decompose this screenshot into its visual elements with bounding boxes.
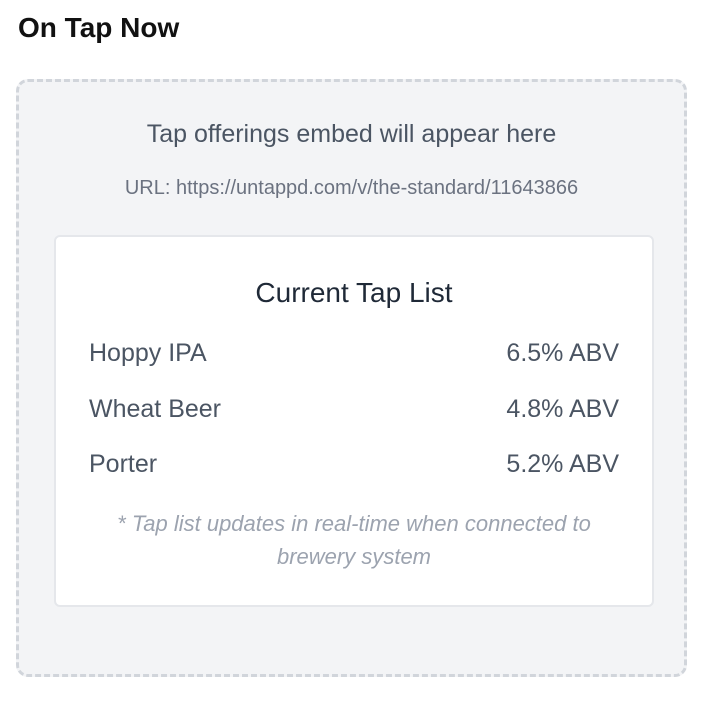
embed-placeholder: Tap offerings embed will appear here URL… bbox=[16, 79, 687, 677]
beer-name: Porter bbox=[89, 450, 158, 478]
tap-list-note: * Tap list updates in real-time when con… bbox=[117, 511, 591, 569]
beer-abv: 5.2% ABV bbox=[506, 450, 619, 478]
beer-abv: 4.8% ABV bbox=[506, 395, 619, 423]
beer-abv: 6.5% ABV bbox=[506, 339, 619, 367]
tap-list-item: Wheat Beer 4.8% ABV bbox=[89, 395, 619, 424]
placeholder-message: Tap offerings embed will appear here bbox=[146, 120, 557, 148]
page-title: On Tap Now bbox=[18, 12, 180, 43]
tap-list-title: Current Tap List bbox=[255, 277, 453, 308]
tap-list-item: Hoppy IPA 6.5% ABV bbox=[89, 339, 619, 368]
embed-url: URL: https://untappd.com/v/the-standard/… bbox=[124, 177, 579, 199]
beer-name: Wheat Beer bbox=[89, 395, 222, 423]
beer-name: Hoppy IPA bbox=[89, 339, 207, 367]
tap-list-item: Porter 5.2% ABV bbox=[89, 450, 619, 479]
tap-list-card: Current Tap List Hoppy IPA 6.5% ABV Wheat… bbox=[54, 235, 654, 607]
